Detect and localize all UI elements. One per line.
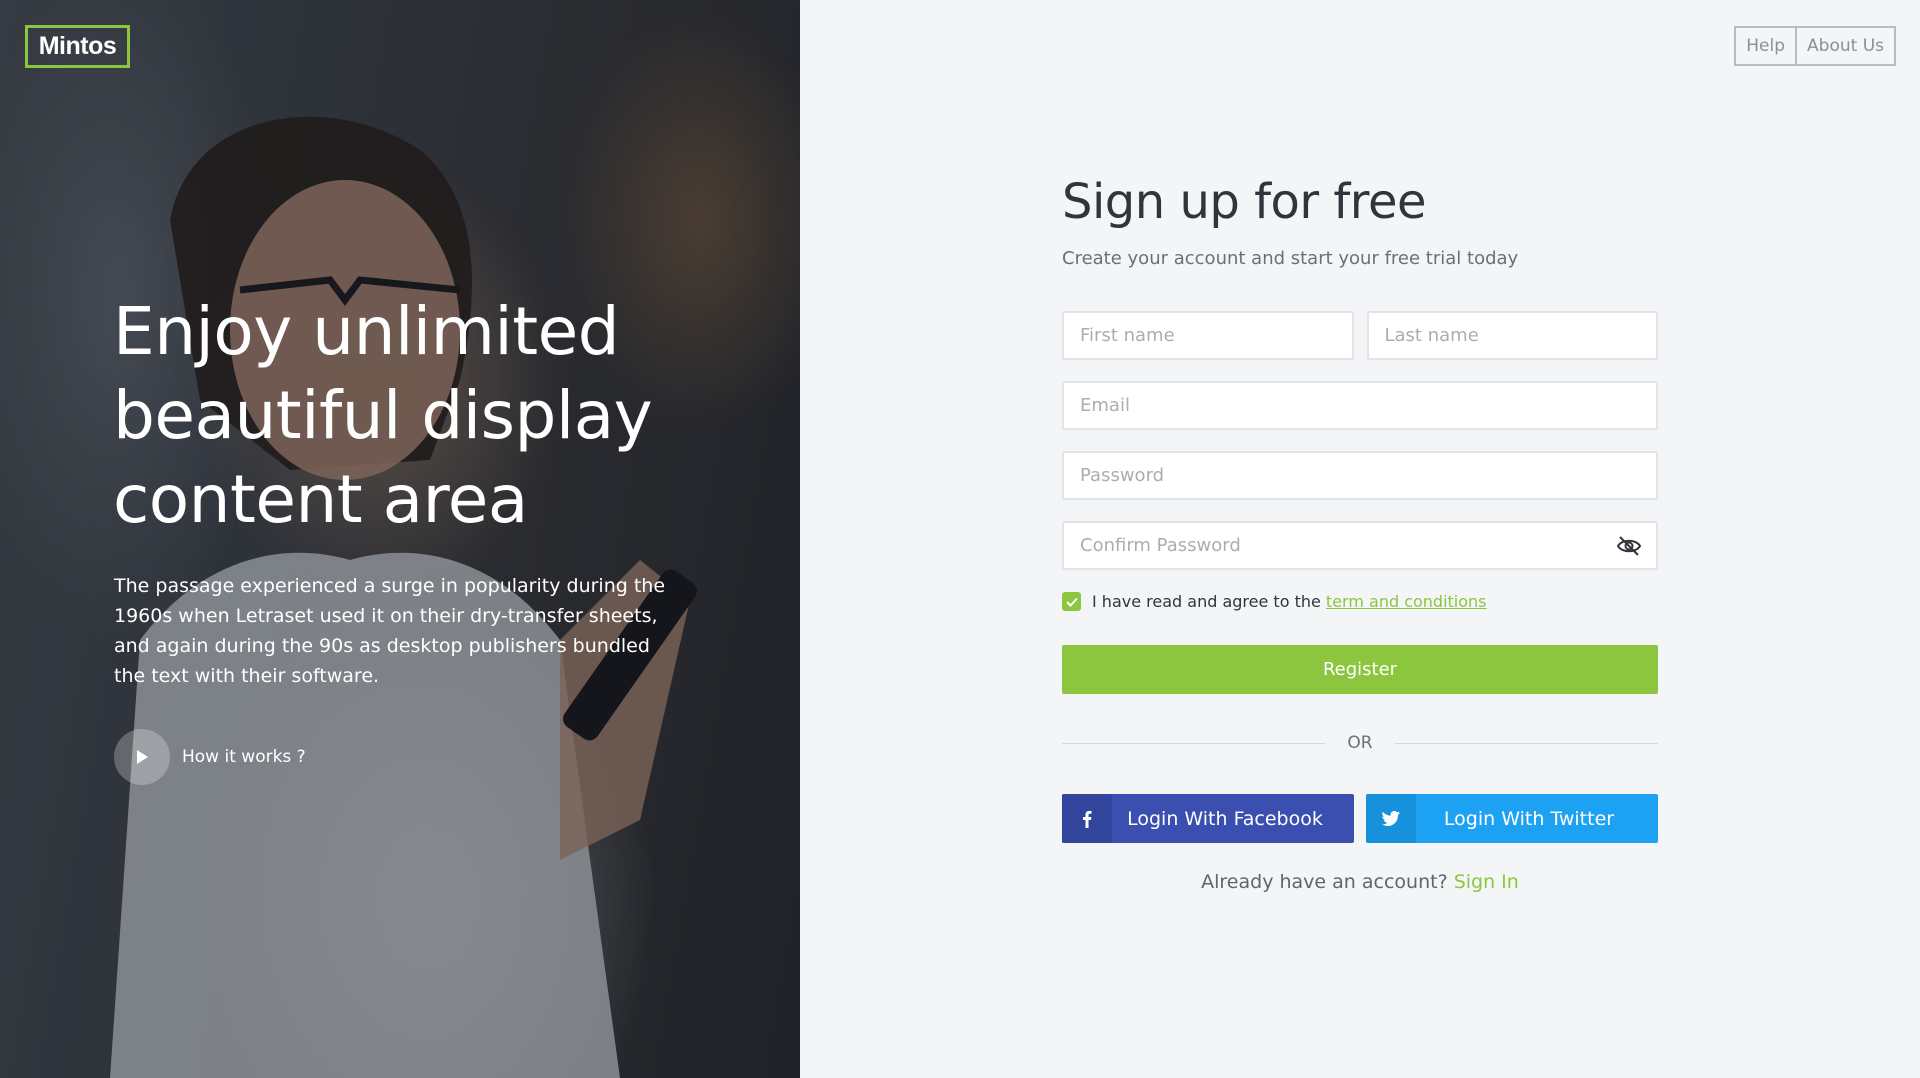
brand-logo[interactable]: Mintos <box>25 25 130 68</box>
facebook-login-button[interactable]: Login With Facebook <box>1062 794 1354 843</box>
last-name-field[interactable] <box>1366 311 1658 360</box>
twitter-login-button[interactable]: Login With Twitter <box>1366 794 1658 843</box>
terms-agreement: I have read and agree to the term and co… <box>1062 592 1658 611</box>
help-button[interactable]: Help <box>1734 26 1798 66</box>
divider-line-left <box>1062 742 1326 744</box>
play-icon[interactable] <box>114 729 170 785</box>
facebook-login-label: Login With Facebook <box>1127 807 1323 830</box>
register-button[interactable]: Register <box>1062 645 1658 694</box>
email-input[interactable] <box>1080 395 1640 416</box>
checkmark-icon <box>1065 597 1078 607</box>
password-field[interactable] <box>1062 451 1658 500</box>
email-field[interactable] <box>1062 381 1658 430</box>
first-name-input[interactable] <box>1080 325 1336 346</box>
agree-checkbox[interactable] <box>1062 592 1081 611</box>
how-it-works-button[interactable]: How it works ? <box>114 729 306 785</box>
signup-form: Sign up for free Create your account and… <box>1062 170 1659 893</box>
form-subtitle: Create your account and start your free … <box>1062 248 1519 269</box>
twitter-login-label: Login With Twitter <box>1443 807 1615 830</box>
first-name-field[interactable] <box>1062 311 1354 360</box>
signin-link[interactable]: Sign In <box>1454 871 1519 893</box>
facebook-icon <box>1062 794 1112 843</box>
confirm-password-field[interactable] <box>1062 521 1658 570</box>
divider-line-right <box>1394 742 1659 744</box>
social-login: Login With Facebook Login With Twitter <box>1062 794 1658 843</box>
already-account-text: Already have an account? <box>1201 871 1448 893</box>
password-input[interactable] <box>1080 465 1640 486</box>
or-label: OR <box>1347 733 1373 753</box>
confirm-password-input[interactable] <box>1080 535 1640 556</box>
top-nav: Help About Us <box>1734 26 1896 66</box>
signin-prompt: Already have an account? Sign In <box>1062 871 1658 893</box>
hero-title: Enjoy unlimited beautiful display conten… <box>113 293 653 538</box>
about-us-button[interactable]: About Us <box>1797 26 1896 66</box>
hide-password-icon[interactable] <box>1616 535 1642 557</box>
or-divider: OR <box>1062 733 1659 753</box>
last-name-input[interactable] <box>1384 325 1640 346</box>
form-title: Sign up for free <box>1062 174 1427 230</box>
hero-description: The passage experienced a surge in popul… <box>114 575 666 687</box>
twitter-icon <box>1366 794 1416 843</box>
hero-panel: Mintos Enjoy unlimited beautiful display… <box>0 0 800 1078</box>
agree-label: I have read and agree to the term and co… <box>1092 592 1487 611</box>
agree-text: I have read and agree to the <box>1092 592 1321 611</box>
terms-link[interactable]: term and conditions <box>1326 592 1487 611</box>
how-it-works-label: How it works ? <box>182 747 306 767</box>
